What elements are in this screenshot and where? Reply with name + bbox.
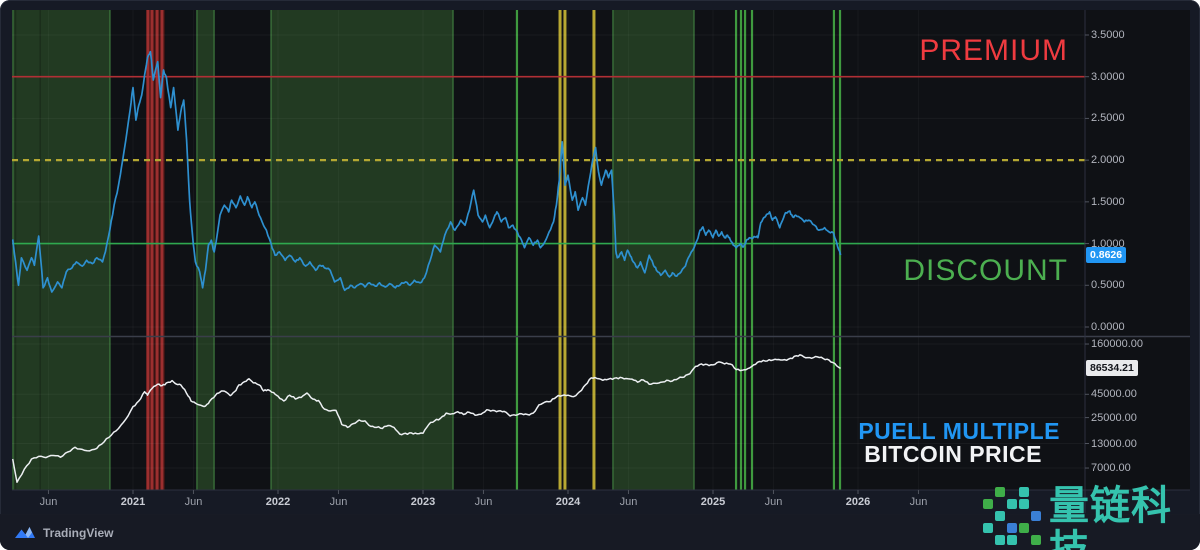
time-axis-label: Jun: [184, 496, 203, 508]
y-axis-tick-label: 2.0000: [1091, 154, 1125, 167]
time-axis-label: Jun: [619, 496, 638, 508]
time-axis-label: 2025: [700, 496, 726, 508]
chart-card: PREMIUM DISCOUNT PUELL MULTIPLE BITCOIN …: [0, 0, 1200, 550]
y-axis-tick-label: 2.5000: [1091, 112, 1125, 125]
y-axis-tick-label: 3.0000: [1091, 70, 1125, 83]
y-axis-tick-label: 25000.00: [1091, 411, 1137, 424]
y-axis-tick-label: 45000.00: [1091, 388, 1137, 401]
y-axis-tick-label: 0.0000: [1091, 321, 1125, 333]
time-axis-label: Jun: [39, 496, 58, 508]
time-axis-label: Jun: [474, 496, 493, 508]
puell-last-value-badge: 0.8626: [1086, 247, 1127, 264]
y-axis-tick-label: 1.5000: [1091, 195, 1125, 208]
time-axis-label: Jun: [329, 496, 348, 508]
watermark-brand-text: 量链科技: [1049, 484, 1172, 550]
chart-plot-area[interactable]: [0, 0, 1200, 550]
watermark-logo-icon: [983, 487, 1041, 545]
time-axis-label: 2024: [555, 496, 581, 508]
time-axis-label: Jun: [764, 496, 783, 508]
y-axis-tick-label: 0.5000: [1091, 279, 1125, 292]
time-axis-label: 2026: [845, 496, 871, 508]
tradingview-logo-icon: [15, 527, 35, 538]
y-axis-tick-label: 160000.00: [1091, 338, 1143, 351]
y-axis-tick-label: 7000.00: [1091, 462, 1131, 475]
y-axis-tick-label: 13000.00: [1091, 437, 1137, 450]
watermark: 量链科技 QFSP.NET: [983, 484, 1200, 550]
y-axis-tick-label: 3.5000: [1091, 28, 1125, 41]
time-axis-label: 2023: [410, 496, 436, 508]
time-axis-label: 2021: [120, 496, 146, 508]
bitcoin-last-value-badge: 86534.21: [1086, 360, 1138, 377]
time-axis-label: Jun: [909, 496, 928, 508]
tradingview-brand-text: TradingView: [43, 525, 114, 540]
time-axis-label: 2022: [265, 496, 291, 508]
